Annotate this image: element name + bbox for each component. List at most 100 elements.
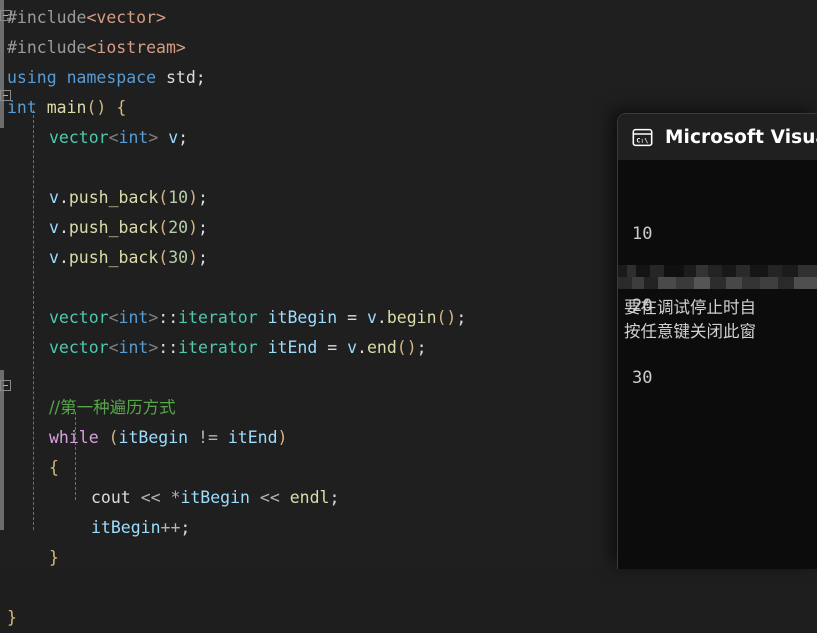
code-token: push_back: [68, 248, 159, 267]
code-token: int: [118, 128, 149, 147]
code-token: ;: [180, 518, 191, 537]
console-title-text: Microsoft Visua: [665, 126, 817, 148]
code-token: (): [436, 308, 457, 327]
code-token: }: [49, 548, 59, 567]
code-token: ;: [198, 188, 208, 207]
code-token: (: [158, 248, 169, 267]
code-token: <: [108, 308, 119, 327]
code-token: v: [168, 128, 179, 147]
code-token: ;: [416, 338, 427, 357]
code-line: v.push_back(10);: [0, 183, 208, 213]
code-token: >: [148, 308, 159, 327]
code-token: int: [7, 98, 37, 117]
code-token: }: [7, 608, 17, 627]
code-line: int main() {: [0, 93, 126, 123]
code-token: .: [58, 218, 69, 237]
code-line: vector<int> v;: [0, 123, 188, 153]
code-token: iterator: [178, 338, 258, 357]
console-message: 要在调试停止时自 按任意键关闭此窗: [618, 296, 817, 344]
code-token: ::: [158, 338, 179, 357]
code-token: main: [46, 98, 87, 117]
code-line: v.push_back(30);: [0, 243, 208, 273]
code-token: (: [158, 188, 169, 207]
code-token: ;: [198, 218, 208, 237]
code-token: .: [376, 308, 387, 327]
censored-text-line: [618, 265, 817, 289]
code-line: {: [0, 453, 59, 483]
code-token: =: [317, 338, 348, 357]
code-token: ): [277, 428, 288, 447]
code-token: 30: [168, 248, 189, 267]
code-token: .: [58, 188, 69, 207]
code-token: 20: [168, 218, 189, 237]
code-token: itBegin: [91, 518, 161, 537]
code-token: cout: [91, 488, 131, 507]
code-token: <iostream>: [86, 38, 186, 57]
code-token: iterator: [178, 308, 258, 327]
code-token: v: [347, 338, 358, 357]
code-token: (): [86, 98, 107, 117]
code-token: vector: [49, 128, 109, 147]
code-token: (): [396, 338, 417, 357]
code-token: #include: [7, 38, 87, 57]
code-line: #include<vector>: [0, 3, 166, 33]
code-token: <: [108, 128, 119, 147]
code-line: itBegin++;: [0, 513, 190, 543]
code-token: v: [49, 188, 59, 207]
code-line: #include<iostream>: [0, 33, 186, 63]
console-titlebar[interactable]: C:\ Microsoft Visua: [618, 114, 817, 160]
code-token: while: [49, 428, 99, 447]
code-token: ::: [158, 308, 179, 327]
code-token: ;: [198, 248, 208, 267]
code-token: ++: [160, 518, 181, 537]
code-token: itEnd: [227, 428, 278, 447]
code-line: v.push_back(20);: [0, 213, 208, 243]
code-token: <vector>: [86, 8, 166, 27]
code-token: v: [49, 248, 59, 267]
code-token: //第一种遍历方式: [49, 398, 176, 417]
code-token: .: [357, 338, 367, 357]
code-token: ): [188, 248, 199, 267]
code-line: while (itBegin != itEnd): [0, 423, 287, 453]
code-token: *: [170, 488, 181, 507]
code-token: int: [118, 338, 149, 357]
code-line: //第一种遍历方式: [0, 393, 176, 423]
code-line: vector<int>::iterator itBegin = v.begin(…: [0, 303, 466, 333]
code-line: vector<int>::iterator itEnd = v.end();: [0, 333, 427, 363]
code-token: v: [366, 308, 377, 327]
code-line: using namespace std;: [0, 63, 206, 93]
console-message-line: 按任意键关闭此窗: [624, 322, 756, 341]
code-token: #include: [7, 8, 87, 27]
svg-text:C:\: C:\: [636, 136, 648, 144]
code-token: begin: [386, 308, 437, 327]
code-token: vector: [49, 338, 109, 357]
code-token: ;: [329, 488, 340, 507]
code-token: (: [108, 428, 119, 447]
code-token: std;: [156, 68, 206, 87]
code-token: v: [49, 218, 59, 237]
console-output-line: 30: [632, 368, 653, 388]
code-token: ): [188, 188, 199, 207]
console-output-line: 10: [632, 224, 653, 244]
code-token: push_back: [68, 218, 159, 237]
code-token: namespace: [66, 68, 157, 87]
code-line: cout << *itBegin << endl;: [0, 483, 339, 513]
code-token: endl: [289, 488, 330, 507]
code-token: <<: [259, 488, 280, 507]
code-token: =: [337, 308, 367, 327]
